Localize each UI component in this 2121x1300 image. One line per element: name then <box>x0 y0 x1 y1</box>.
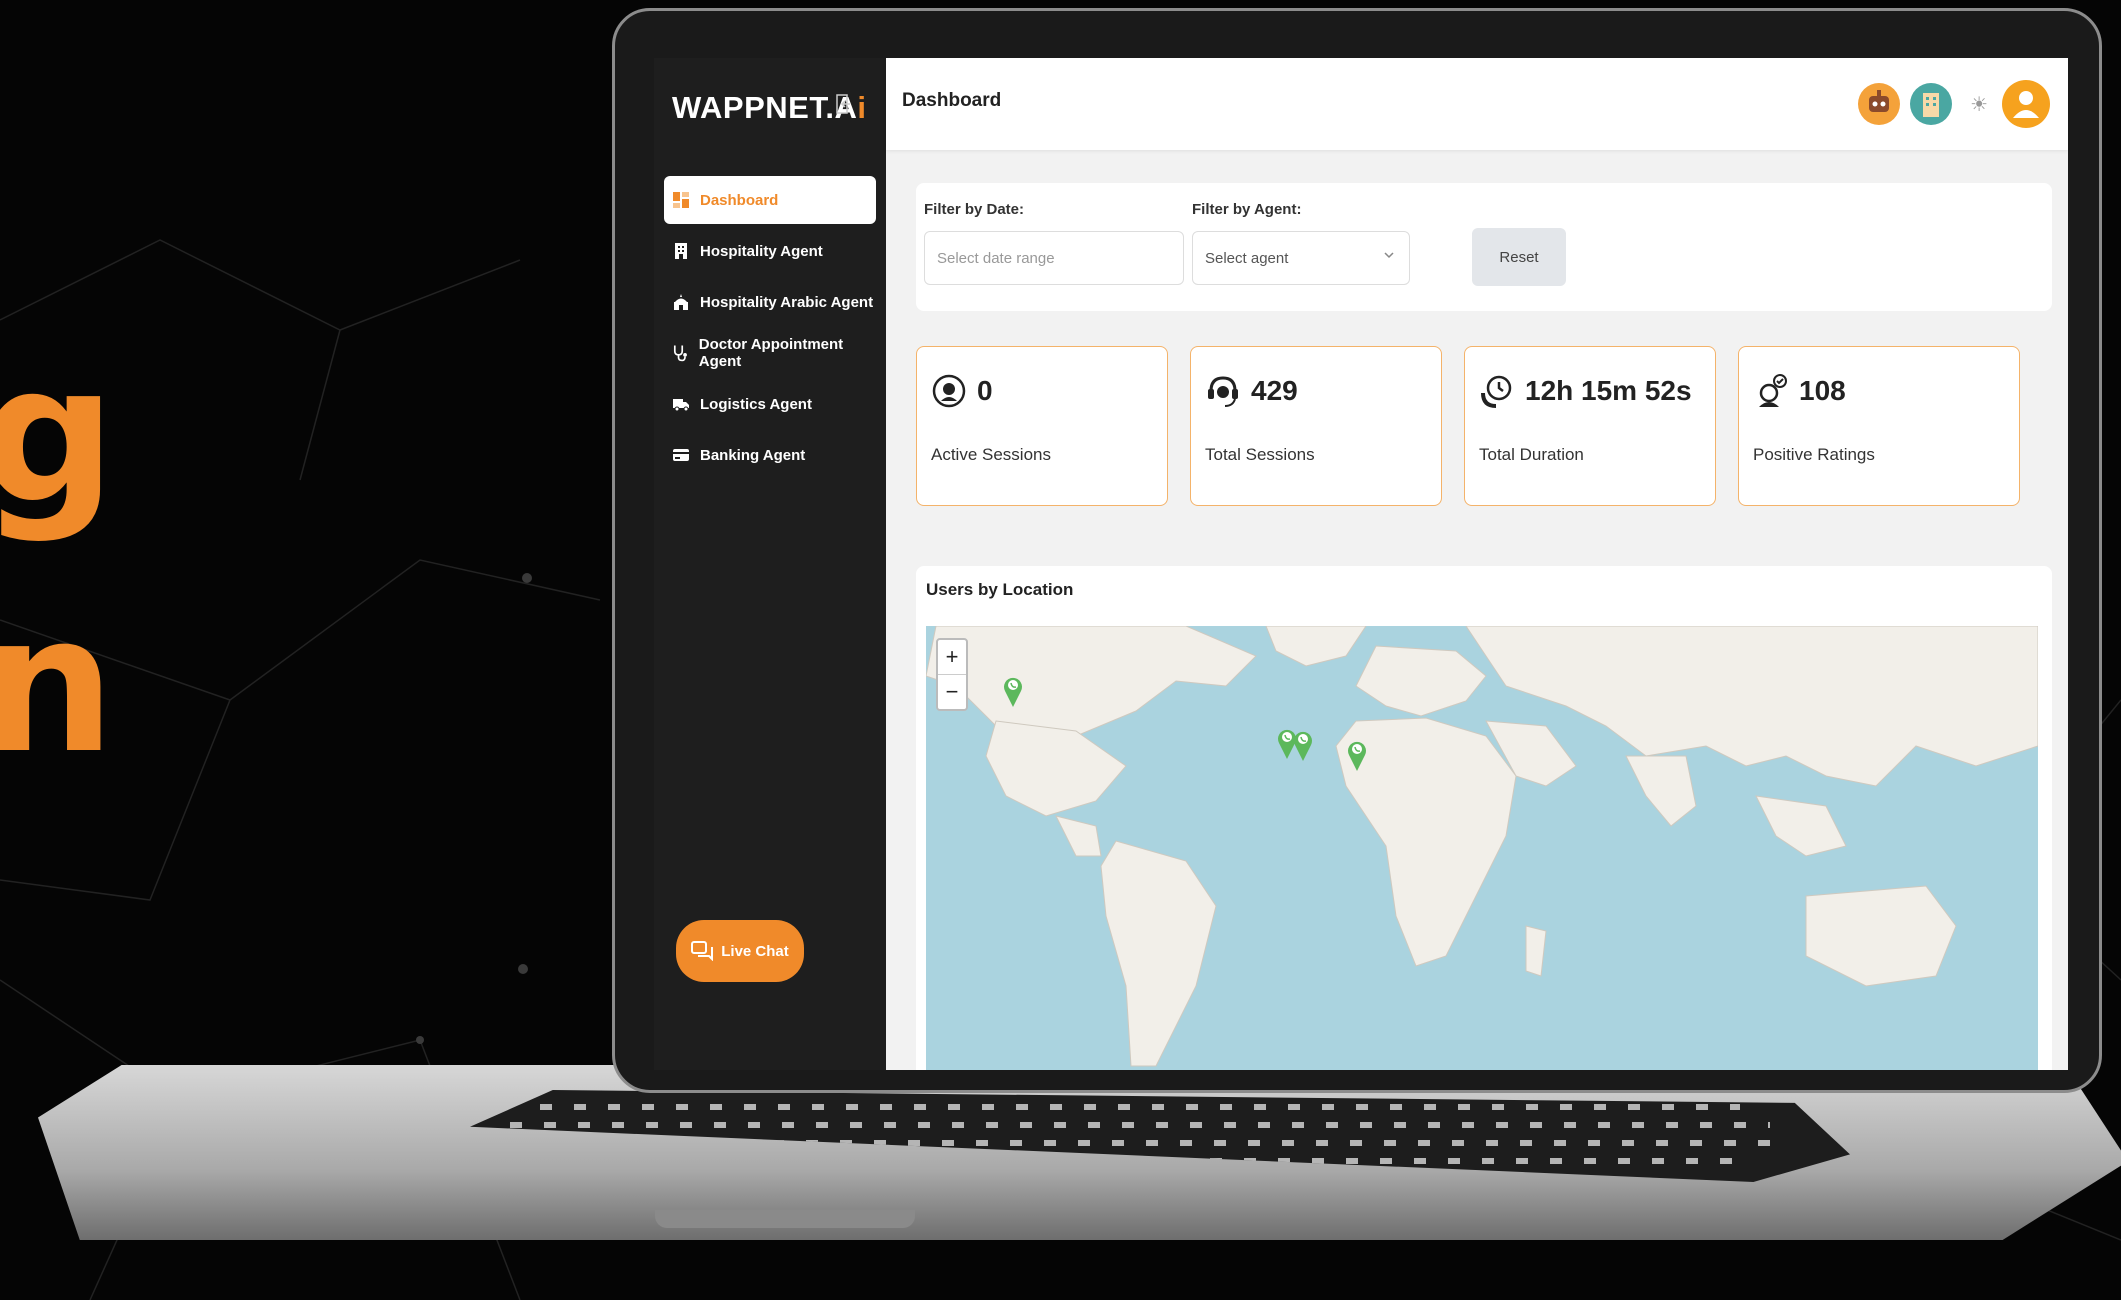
top-bar-actions: ☀ <box>1848 80 2050 128</box>
mosque-icon <box>674 294 688 310</box>
sidebar-item-hospitality-arabic-agent[interactable]: Hospitality Arabic Agent <box>664 278 876 326</box>
stat-value: 108 <box>1799 375 1846 406</box>
stat-card-total-sessions: 429 Total Sessions <box>1190 346 1442 506</box>
stat-value: 0 <box>977 375 993 406</box>
sidebar-nav: Dashboard Hospitality Agent Hospitality … <box>654 176 886 482</box>
laptop-mockup: WAPPNET.Ai Dashboard Hospitality Agent H… <box>0 0 2121 1300</box>
reset-button[interactable]: Reset <box>1472 228 1566 286</box>
sidebar-item-dashboard[interactable]: Dashboard <box>664 176 876 224</box>
date-filter-label: Filter by Date: <box>924 201 1025 218</box>
sidebar-item-hospitality-agent[interactable]: Hospitality Agent <box>664 227 876 275</box>
filter-panel: Filter by Date: Select date range Filter… <box>916 183 2052 311</box>
stat-value: 12h 15m 52s <box>1525 375 1692 406</box>
live-chat-button[interactable]: Live Chat <box>676 920 804 982</box>
stat-label: Active Sessions <box>931 445 1051 464</box>
user-icon <box>2013 91 2039 118</box>
robot-agent-avatar[interactable] <box>1858 83 1901 125</box>
sidebar-item-logistics-agent[interactable]: Logistics Agent <box>664 380 876 428</box>
headset-icon <box>932 374 966 408</box>
stat-card-active-sessions: 0 Active Sessions <box>916 346 1168 506</box>
location-marker-pin-icon[interactable] <box>1346 738 1368 772</box>
sidebar: WAPPNET.Ai Dashboard Hospitality Agent H… <box>654 58 886 1070</box>
users-by-location-card: Users by Location + − <box>916 566 2052 1070</box>
main-content: Dashboard ☀ Filter by Date: Select date … <box>886 58 2068 1070</box>
date-range-placeholder: Select date range <box>937 249 1055 267</box>
robot-icon <box>1869 90 1890 112</box>
building-icon <box>1923 93 1940 117</box>
map-zoom-controls: + − <box>936 638 968 711</box>
card-icon <box>673 449 689 461</box>
sidebar-collapse-icon[interactable] <box>836 94 852 114</box>
live-chat-label: Live Chat <box>721 942 789 960</box>
map-title: Users by Location <box>926 580 1074 599</box>
truck-icon <box>673 399 689 412</box>
date-range-input[interactable]: Select date range <box>924 231 1184 285</box>
hotel-icon <box>675 243 687 259</box>
laptop-trackpad-notch <box>655 1210 915 1228</box>
sidebar-item-label: Logistics Agent <box>700 395 812 413</box>
agent-select-placeholder: Select agent <box>1205 249 1289 267</box>
support-agent-icon <box>1208 376 1238 407</box>
sidebar-item-doctor-appointment-agent[interactable]: Doctor Appointment Agent <box>664 329 876 377</box>
page-title: Dashboard <box>902 90 1002 111</box>
user-avatar[interactable] <box>2002 80 2050 128</box>
clock-phone-icon <box>1481 375 1512 408</box>
chat-icon <box>691 941 714 961</box>
dashboard-screen: WAPPNET.Ai Dashboard Hospitality Agent H… <box>654 58 2068 1070</box>
sidebar-item-label: Hospitality Agent <box>700 242 823 260</box>
location-marker-pin-icon[interactable] <box>1002 674 1024 708</box>
zoom-out-button[interactable]: − <box>938 675 966 709</box>
world-map[interactable]: + − <box>926 626 2038 1070</box>
hotel-agent-avatar[interactable] <box>1910 83 1953 125</box>
stat-value: 429 <box>1251 375 1298 406</box>
sidebar-item-label: Banking Agent <box>700 446 806 464</box>
stat-label: Positive Ratings <box>1753 445 1875 464</box>
stethoscope-icon <box>673 345 687 362</box>
top-bar: Dashboard ☀ <box>886 58 2068 150</box>
stat-card-total-duration: 12h 15m 52s Total Duration <box>1464 346 1716 506</box>
dashboard-icon <box>673 192 689 208</box>
sidebar-item-label: Hospitality Arabic Agent <box>700 293 874 311</box>
agent-filter-label: Filter by Agent: <box>1192 201 1302 218</box>
theme-toggle-sun-icon[interactable]: ☀ <box>1970 92 1988 117</box>
stat-card-positive-ratings: 108 Positive Ratings <box>1738 346 2020 506</box>
stat-label: Total Duration <box>1479 445 1584 464</box>
agent-select[interactable]: Select agent <box>1192 231 1410 285</box>
sidebar-item-banking-agent[interactable]: Banking Agent <box>664 431 876 479</box>
location-marker-pin-icon[interactable] <box>1292 728 1314 762</box>
sidebar-item-label: Dashboard <box>700 191 779 209</box>
zoom-in-button[interactable]: + <box>938 640 966 675</box>
world-map-land <box>926 626 2038 1067</box>
rating-agent-icon <box>1759 374 1787 407</box>
chevron-down-icon <box>1384 252 1394 259</box>
sidebar-item-label: Doctor Appointment Agent <box>698 336 844 370</box>
stat-label: Total Sessions <box>1205 445 1315 464</box>
